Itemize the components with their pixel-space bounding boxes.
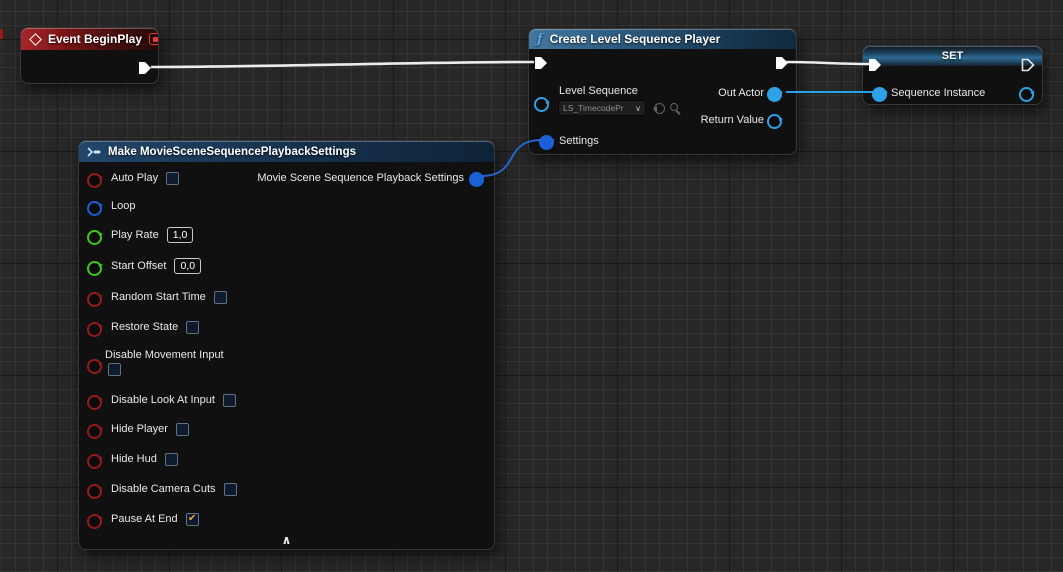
pin-label: Play Rate: [111, 229, 159, 241]
start-offset-field[interactable]: 0,0: [174, 258, 201, 274]
pin-label: Pause At End: [111, 513, 178, 525]
pin-row-pause-at-end: Pause At End ✔: [87, 510, 199, 528]
pin-label: Random Start Time: [111, 291, 206, 303]
pin-label: Loop: [111, 200, 135, 212]
function-node-header[interactable]: ƒ Create Level Sequence Player: [529, 29, 796, 49]
node-event-beginplay[interactable]: Event BeginPlay: [20, 27, 159, 84]
restore-state-input-pin[interactable]: [87, 321, 103, 334]
hide-player-checkbox[interactable]: [176, 423, 189, 436]
node-make-playback-settings[interactable]: Make MovieSceneSequencePlaybackSettings …: [78, 140, 495, 550]
disable-movement-input-pin[interactable]: [87, 358, 103, 371]
node-title: Create Level Sequence Player: [550, 32, 721, 46]
pin-row-play-rate: Play Rate 1,0: [87, 226, 193, 244]
pin-label-settings: Settings: [559, 135, 599, 147]
playback-settings-output-pin[interactable]: [469, 171, 485, 184]
hide-hud-checkbox[interactable]: [165, 453, 178, 466]
pin-row-hide-player: Hide Player: [87, 420, 189, 438]
delegate-pin-icon[interactable]: [149, 33, 158, 45]
wire-exec-beginplay-to-create[interactable]: [151, 62, 534, 67]
pin-label-sequence-instance: Sequence Instance: [891, 87, 985, 99]
pin-label: Disable Movement Input: [105, 349, 224, 361]
settings-input-pin[interactable]: [539, 134, 555, 147]
pin-label: Auto Play: [111, 172, 158, 184]
sequence-instance-output-pin[interactable]: [1019, 86, 1035, 99]
event-node-header[interactable]: Event BeginPlay: [21, 28, 158, 50]
pin-label-out-actor: Out Actor: [718, 87, 764, 99]
disable-camera-cuts-checkbox[interactable]: [224, 483, 237, 496]
make-struct-icon: [87, 147, 101, 157]
pin-label-return-value: Return Value: [701, 114, 764, 126]
loop-input-pin[interactable]: [87, 200, 103, 213]
disable-look-at-input-pin[interactable]: [87, 394, 103, 407]
make-node-header[interactable]: Make MovieSceneSequencePlaybackSettings: [79, 141, 494, 162]
pin-row-auto-play: Auto Play: [87, 169, 179, 187]
pin-row-loop: Loop: [87, 197, 135, 215]
return-value-output-pin[interactable]: [767, 113, 783, 126]
blueprint-graph-canvas[interactable]: Event BeginPlay ƒ Create Level Sequence …: [0, 0, 1063, 572]
auto-play-checkbox[interactable]: [166, 172, 179, 185]
hide-player-input-pin[interactable]: [87, 423, 103, 436]
disable-camera-cuts-input-pin[interactable]: [87, 483, 103, 496]
disable-movement-input-checkbox[interactable]: [108, 363, 121, 376]
pause-at-end-checkbox[interactable]: ✔: [186, 513, 199, 526]
node-create-level-sequence-player[interactable]: ƒ Create Level Sequence Player Level Seq…: [528, 28, 797, 155]
pin-row-disable-look-at-input: Disable Look At Input: [87, 391, 236, 409]
wire-exec-create-to-set[interactable]: [786, 62, 870, 64]
level-sequence-input-pin[interactable]: [534, 96, 550, 109]
set-node-header[interactable]: SET: [863, 46, 1042, 66]
play-rate-input-pin[interactable]: [87, 229, 103, 242]
pin-row-start-offset: Start Offset 0,0: [87, 257, 201, 275]
pin-label: Hide Player: [111, 423, 168, 435]
out-actor-output-pin[interactable]: [767, 86, 783, 99]
exec-output-pin[interactable]: [138, 61, 152, 75]
node-set-variable[interactable]: SET Sequence Instance: [862, 45, 1043, 105]
pin-label: Disable Camera Cuts: [111, 483, 216, 495]
exec-output-pin[interactable]: [1021, 58, 1035, 72]
asset-dropdown-value: LS_TimecodePr: [563, 103, 632, 113]
offscreen-node-fragment: [0, 29, 3, 39]
disable-look-at-input-checkbox[interactable]: [223, 394, 236, 407]
exec-output-pin[interactable]: [775, 56, 789, 70]
random-start-time-checkbox[interactable]: [214, 291, 227, 304]
node-title: Event BeginPlay: [48, 32, 142, 46]
browse-asset-icon[interactable]: [670, 103, 678, 111]
exec-input-pin[interactable]: [534, 56, 548, 70]
pin-row-random-start-time: Random Start Time: [87, 288, 227, 306]
event-diamond-icon: [29, 33, 41, 45]
exec-input-pin[interactable]: [868, 58, 882, 72]
chevron-down-icon: ∨: [635, 104, 641, 113]
restore-state-checkbox[interactable]: [186, 321, 199, 334]
level-sequence-asset-dropdown[interactable]: LS_TimecodePr ∨: [558, 100, 646, 116]
pin-label: Start Offset: [111, 260, 166, 272]
hide-hud-input-pin[interactable]: [87, 453, 103, 466]
node-title: SET: [942, 50, 963, 62]
pin-label: Hide Hud: [111, 453, 157, 465]
play-rate-field[interactable]: 1,0: [167, 227, 194, 243]
node-title: Make MovieSceneSequencePlaybackSettings: [108, 146, 356, 158]
sequence-instance-input-pin[interactable]: [872, 86, 888, 99]
auto-play-input-pin[interactable]: [87, 172, 103, 185]
collapse-advanced-pins-button[interactable]: ∧: [282, 534, 292, 546]
pin-row-restore-state: Restore State: [87, 318, 199, 336]
pin-row-hide-hud: Hide Hud: [87, 450, 178, 468]
pin-label-level-sequence: Level Sequence: [559, 85, 638, 97]
pause-at-end-input-pin[interactable]: [87, 513, 103, 526]
pin-label: Disable Look At Input: [111, 394, 215, 406]
pin-label-playback-settings-output: Movie Scene Sequence Playback Settings: [257, 172, 464, 184]
pin-row-disable-camera-cuts: Disable Camera Cuts: [87, 480, 237, 498]
pin-label: Restore State: [111, 321, 178, 333]
use-selected-asset-icon[interactable]: [654, 103, 665, 114]
start-offset-input-pin[interactable]: [87, 260, 103, 273]
random-start-time-input-pin[interactable]: [87, 291, 103, 304]
function-icon: ƒ: [537, 32, 543, 47]
